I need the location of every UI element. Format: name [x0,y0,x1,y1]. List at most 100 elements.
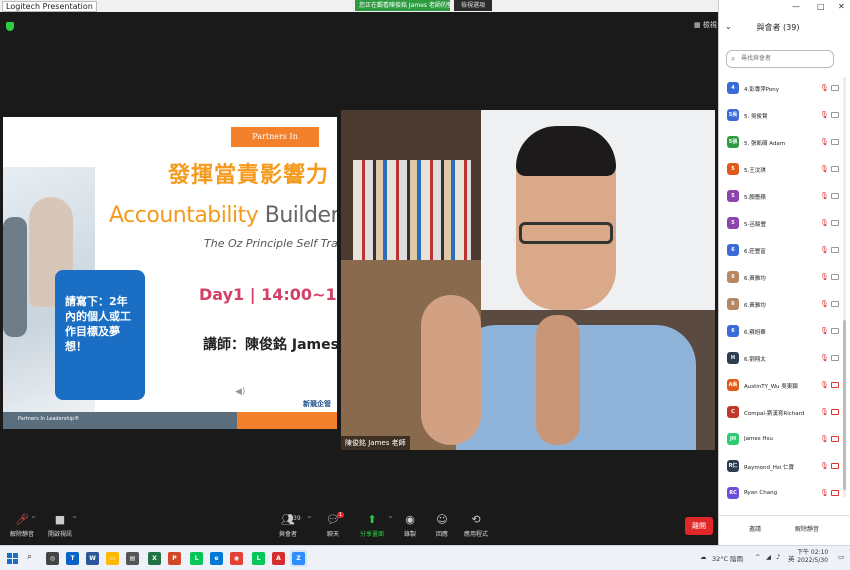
mic-muted-icon[interactable]: 🎙︎ [820,489,829,497]
notification-icon[interactable]: ▭ [838,553,844,561]
clock-date: 2022/5/30 [797,557,828,564]
record-icon: ◉ [405,513,415,526]
chrome-icon[interactable]: ◎ [46,552,59,565]
windows-start-icon[interactable] [7,553,18,564]
powerpoint-icon[interactable]: P [168,552,181,565]
app-icon[interactable]: ▤ [126,552,139,565]
minimize-icon[interactable]: — [792,2,800,11]
word-icon[interactable]: W [86,552,99,565]
avatar: 5 [727,190,739,202]
video-off-icon[interactable] [831,220,839,226]
video-off-icon[interactable] [831,328,839,334]
mic-muted-icon[interactable]: 🎙︎ [820,408,829,416]
speaker-video[interactable]: 陳俊銘 James 老師 [341,110,715,450]
pdf-icon[interactable]: A [272,552,285,565]
network-icon[interactable]: ◢ [766,553,771,561]
apps-button[interactable]: ⟲ 應用程式 [454,514,498,539]
video-off-icon[interactable] [831,166,839,172]
app-title[interactable]: Logitech Presentation [2,1,97,12]
participant-row[interactable]: C Compal-劉漢育Richard 🎙︎ [719,401,843,428]
slide-subtitle: The Oz Principle Self Track [204,237,337,250]
participants-button[interactable]: 👥︎ 39 與會者 [266,514,310,539]
participant-row[interactable]: 5吳 5. 吳俊賢 🎙︎ [719,104,843,131]
participant-row[interactable]: 6 6.莊豐富 🎙︎ [719,239,843,266]
view-label: 檢視 [702,21,717,29]
participant-row[interactable]: 6 6.黃雅均 🎙︎ [719,266,843,293]
chevron-up-icon[interactable]: ^ [31,516,36,523]
video-off-icon[interactable] [831,247,839,253]
invite-button[interactable]: 邀請 [749,524,761,533]
participant-row[interactable]: 5 5-呂駿豐 🎙︎ [719,212,843,239]
participant-search-input[interactable]: ⌕ 尋找與會者 [726,50,834,68]
participant-row[interactable]: 4 4.彭專萍Pony 🎙︎ [719,77,843,104]
chevron-up-icon[interactable]: ^ [72,516,77,523]
participant-row[interactable]: RC Ryan Chang 🎙︎ [719,482,843,509]
mic-muted-icon[interactable]: 🎙︎ [820,462,829,470]
participant-row[interactable]: 6 6.黃雅均 🎙︎ [719,293,843,320]
mic-muted-icon[interactable]: 🎙︎ [820,192,829,200]
participant-row[interactable]: A吳 AustinTY_Wu 吳東穎 🎙︎ [719,374,843,401]
video-off-icon[interactable] [831,463,839,469]
video-off-icon[interactable] [831,409,839,415]
line-icon[interactable]: L [252,552,265,565]
mic-muted-icon[interactable]: 🎙︎ [820,165,829,173]
video-off-icon[interactable] [831,112,839,118]
slide-footer: Partners In Leadership® [3,412,337,429]
mic-muted-icon[interactable]: 🎙︎ [820,111,829,119]
participant-name: Raymond_Hsi 仁寶 [744,465,795,471]
mic-muted-icon[interactable]: 🎙︎ [820,327,829,335]
video-off-icon[interactable] [831,274,839,280]
chrome-icon[interactable]: ◉ [230,552,243,565]
weather-text[interactable]: 32°C 陰雨 [712,553,743,563]
participant-name: Ryan Chang [744,490,778,496]
participant-name: 5-呂駿豐 [744,222,766,228]
mic-muted-icon[interactable]: 🎙︎ [820,246,829,254]
view-options-button[interactable]: 檢視選項 [454,0,492,11]
unmute-all-button[interactable]: 解除靜音 [795,524,819,533]
participant-name: 4.彭專萍Pony [744,87,779,93]
video-off-icon[interactable] [831,490,839,496]
mic-muted-icon[interactable]: 🎙︎ [820,273,829,281]
participant-row[interactable]: 5 5.王汶琪 🎙︎ [719,158,843,185]
line-icon[interactable]: L [190,552,203,565]
mic-muted-icon[interactable]: 🎙︎ [820,219,829,227]
clock[interactable]: 下午 02:10 2022/5/30 [797,549,828,565]
participant-row[interactable]: H 6.劉翔太 🎙︎ [719,347,843,374]
close-icon[interactable]: ✕ [838,2,845,11]
mic-muted-icon[interactable]: 🎙︎ [820,381,829,389]
mic-muted-icon[interactable]: 🎙︎ [820,354,829,362]
video-off-icon[interactable] [831,139,839,145]
search-icon[interactable]: ⌕ [27,552,32,562]
participant-row[interactable]: 5 5.顏薔蘋 🎙︎ [719,185,843,212]
chevron-up-icon[interactable]: ^ [755,553,760,561]
video-off-icon[interactable] [831,436,839,442]
excel-icon[interactable]: X [148,552,161,565]
ime-indicator[interactable]: 英 [788,553,795,563]
mic-muted-icon[interactable]: 🎙︎ [820,435,829,443]
video-off-icon[interactable] [831,301,839,307]
view-button[interactable]: ▦ 檢視 [694,20,717,30]
video-off-icon[interactable] [831,193,839,199]
participant-row[interactable]: JH James Hsu 🎙︎ [719,428,843,455]
mic-muted-icon[interactable]: 🎙︎ [820,300,829,308]
teams-icon[interactable]: T [66,552,79,565]
maximize-icon[interactable]: □ [817,2,825,11]
folder-icon[interactable]: ▭ [106,552,119,565]
volume-icon[interactable]: ♪ [776,553,780,561]
video-off-icon[interactable] [831,85,839,91]
mic-muted-icon[interactable]: 🎙︎ [820,84,829,92]
participant-row[interactable]: R仁 Raymond_Hsi 仁寶 🎙︎ [719,455,843,482]
scrollbar-thumb[interactable] [843,320,846,490]
edge-icon[interactable]: e [210,552,223,565]
video-off-icon[interactable] [831,355,839,361]
leave-button[interactable]: 離開 [685,517,713,535]
chat-button[interactable]: 💬︎ 1 聊天 [311,512,355,538]
shield-icon[interactable] [6,22,14,31]
participant-row[interactable]: 6 6.蘇旭華 🎙︎ [719,320,843,347]
video-off-icon[interactable] [831,382,839,388]
zoom-icon[interactable]: Z [292,552,305,565]
mic-muted-icon[interactable]: 🎙︎ [820,138,829,146]
slide-day: Day1 | 14:00~17:00 [199,285,337,304]
weather-icon[interactable]: ☁ [700,553,707,561]
participant-row[interactable]: 5張 5. 張凱碩 Adam 🎙︎ [719,131,843,158]
